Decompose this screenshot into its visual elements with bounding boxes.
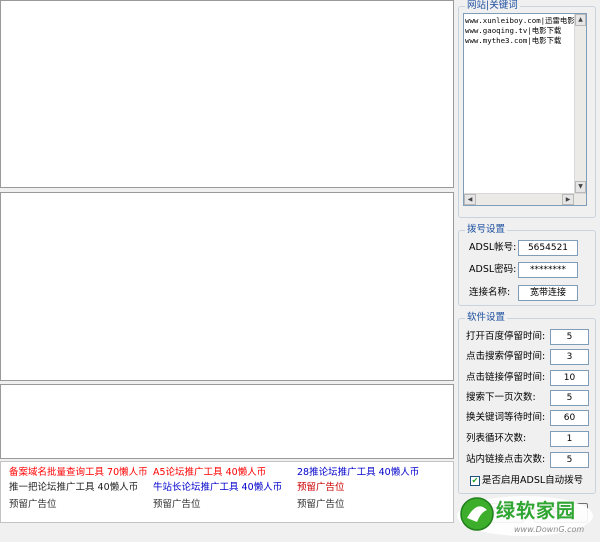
software-settings-group: 软件设置 打开百度停留时间: 5 点击搜索停留时间: 3 点击链接停留时间: 1… — [458, 312, 596, 494]
ad-link[interactable]: 牛站长论坛推广工具 40懒人币 — [153, 482, 282, 494]
keyword-line: www.xunleiboy.com|迅雷电影 — [465, 16, 574, 25]
ad-link[interactable]: 预留广告位 — [297, 499, 345, 511]
connection-name-field[interactable]: 宽带连接 — [518, 285, 578, 301]
keyword-line: www.gaoqing.tv|电影下载 — [465, 26, 562, 35]
keywords-group-title: 网站|关键词 — [465, 0, 520, 12]
setting-input[interactable]: 5 — [550, 390, 589, 406]
auto-dial-checkbox[interactable]: ✔ — [470, 476, 480, 486]
setting-label: 打开百度停留时间: — [466, 331, 546, 342]
connection-name-label: 连接名称: — [469, 287, 511, 298]
scroll-left-icon[interactable]: ◀ — [464, 194, 476, 205]
setting-input[interactable]: 10 — [550, 370, 589, 386]
setting-input[interactable]: 5 — [550, 329, 589, 345]
vertical-scrollbar[interactable]: ▲ ▼ — [574, 14, 586, 205]
ad-link[interactable]: 预留广告位 — [297, 482, 345, 494]
setting-label: 点击搜索停留时间: — [466, 351, 546, 362]
setting-input[interactable]: 1 — [550, 431, 589, 447]
web-browser-pane-3[interactable] — [0, 384, 454, 459]
scroll-up-icon[interactable]: ▲ — [575, 14, 586, 26]
adsl-account-label: ADSL帐号: — [469, 242, 517, 253]
scroll-down-icon[interactable]: ▼ — [575, 181, 586, 193]
scroll-right-icon[interactable]: ▶ — [562, 194, 574, 205]
ad-link[interactable]: A5论坛推广工具 40懒人币 — [153, 467, 266, 479]
ad-link[interactable]: 推一把论坛推广工具 40懒人币 — [9, 482, 138, 494]
setting-input[interactable]: 5 — [550, 452, 589, 468]
watermark-text: 绿软家园 — [496, 500, 577, 522]
auto-dial-label: 是否启用ADSL自动拨号 — [482, 475, 584, 486]
setting-input[interactable]: 60 — [550, 410, 589, 426]
watermark-url: www.DownG.com — [514, 525, 585, 534]
keyword-line: www.mythe3.com|电影下载 — [465, 36, 562, 45]
setting-label: 换关键词等待时间: — [466, 412, 546, 423]
adsl-password-label: ADSL密码: — [469, 264, 517, 275]
dial-settings-group: 拨号设置 ADSL帐号: 5654521 ADSL密码: ******** 连接… — [458, 224, 596, 306]
software-settings-title: 软件设置 — [465, 312, 508, 324]
setting-label: 点击链接停留时间: — [466, 372, 546, 383]
adsl-password-field[interactable]: ******** — [518, 262, 578, 278]
setting-label: 搜索下一页次数: — [466, 392, 536, 403]
ad-link[interactable]: 28推论坛推广工具 40懒人币 — [297, 467, 419, 479]
ad-link[interactable]: 预留广告位 — [9, 499, 57, 511]
web-browser-pane-2[interactable] — [0, 192, 454, 381]
keywords-group: 网站|关键词 www.xunleiboy.com|迅雷电影 www.gaoqin… — [458, 0, 596, 218]
status-bar — [0, 523, 454, 542]
web-browser-pane-1[interactable] — [0, 0, 454, 188]
setting-input[interactable]: 3 — [550, 349, 589, 365]
ad-link[interactable]: 预留广告位 — [153, 499, 201, 511]
dial-settings-title: 拨号设置 — [465, 224, 508, 236]
setting-label: 站内链接点击次数: — [466, 454, 546, 465]
ad-link[interactable]: 备案域名批量查询工具 70懒人币 — [9, 467, 148, 479]
horizontal-scrollbar[interactable]: ◀ ▶ — [464, 193, 586, 205]
keywords-textarea[interactable]: www.xunleiboy.com|迅雷电影 www.gaoqing.tv|电影… — [463, 13, 587, 206]
ad-links-area: 备案域名批量查询工具 70懒人币 推一把论坛推广工具 40懒人币 预留广告位 A… — [0, 461, 454, 523]
adsl-account-field[interactable]: 5654521 — [518, 240, 578, 256]
setting-label: 列表循环次数: — [466, 433, 527, 444]
